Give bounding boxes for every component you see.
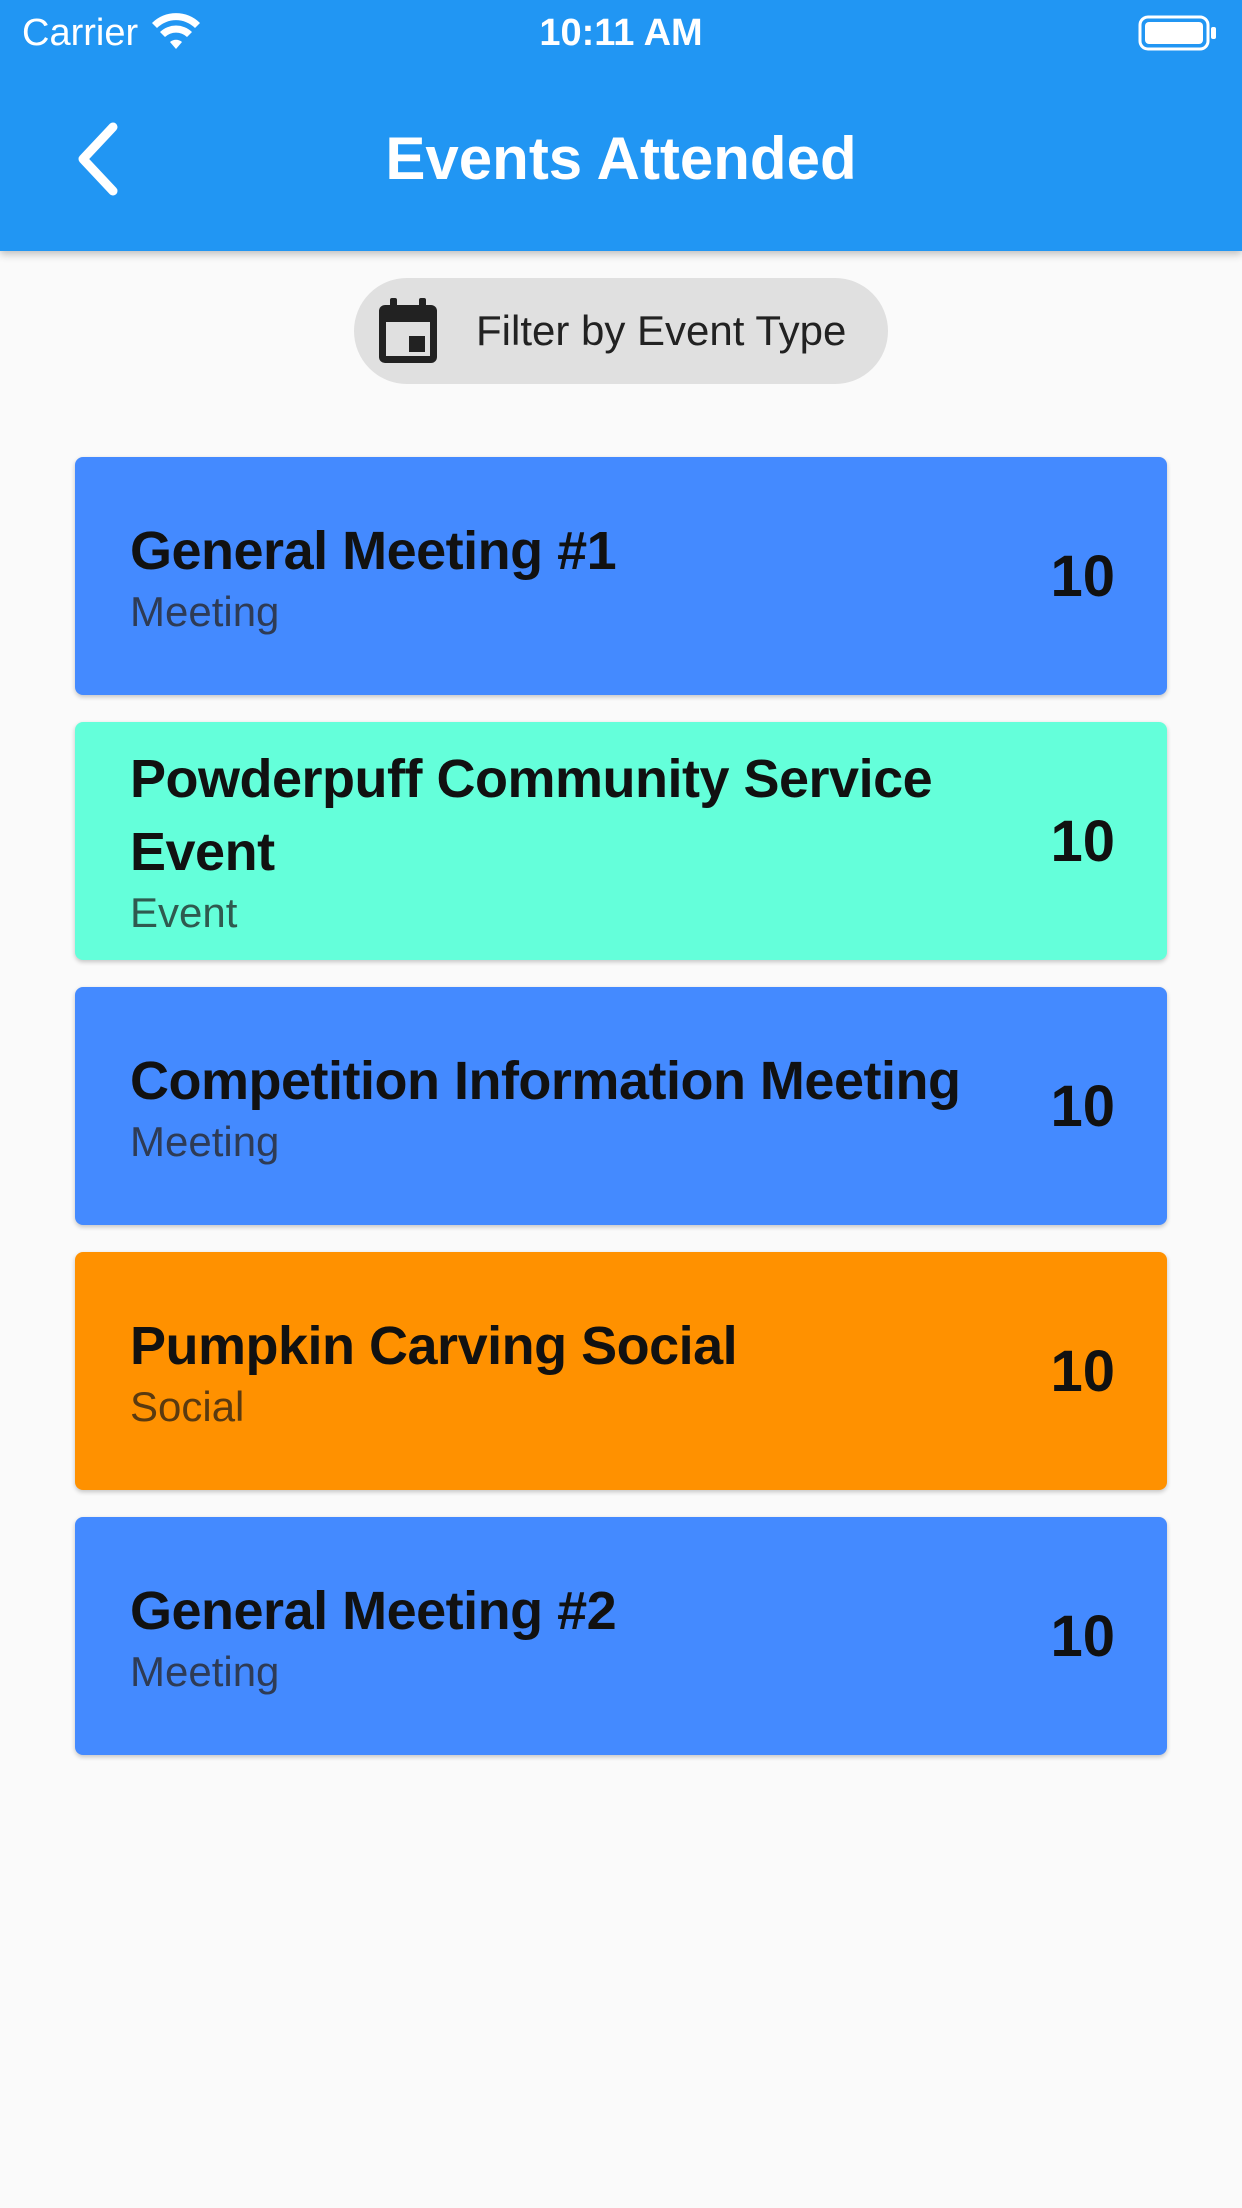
event-points: 10 [1050, 808, 1115, 874]
event-type: Meeting [130, 1647, 280, 1695]
event-card[interactable]: Pumpkin Carving Social Social 10 [75, 1252, 1167, 1490]
event-name: Pumpkin Carving Social [130, 1315, 738, 1376]
event-card[interactable]: Competition Information Meeting Meeting … [75, 987, 1167, 1225]
event-points: 10 [1050, 1338, 1115, 1404]
status-time: 10:11 AM [539, 12, 703, 54]
app-bar: Carrier 10:11 AM Events Attended [0, 0, 1242, 251]
event-list: General Meeting #1 Meeting 10 Powderpuff… [75, 457, 1167, 1782]
event-points: 10 [1050, 1073, 1115, 1139]
calendar-icon [379, 298, 437, 363]
nav-row: Events Attended [0, 96, 1242, 222]
event-card[interactable]: General Meeting #2 Meeting 10 [75, 1517, 1167, 1755]
event-type: Meeting [130, 587, 280, 635]
event-card[interactable]: General Meeting #1 Meeting 10 [75, 457, 1167, 695]
filter-label: Filter by Event Type [476, 307, 847, 354]
event-type: Social [130, 1382, 245, 1430]
event-points: 10 [1050, 543, 1115, 609]
event-name: General Meeting #1 [130, 520, 617, 581]
event-name: Powderpuff Community Service Event [130, 749, 933, 882]
event-card[interactable]: Powderpuff Community Service Event Event… [75, 722, 1167, 960]
battery-icon [1138, 15, 1216, 51]
filter-by-event-type-button[interactable]: Filter by Event Type [354, 278, 888, 384]
event-type: Meeting [130, 1117, 280, 1165]
app-screen: Carrier 10:11 AM Events Attended Filter … [0, 0, 1242, 2208]
event-name: Competition Information Meeting [130, 1050, 961, 1111]
status-bar: Carrier 10:11 AM [0, 0, 1242, 66]
event-type: Event [130, 889, 238, 936]
page-title: Events Attended [385, 125, 857, 192]
event-points: 10 [1050, 1603, 1115, 1669]
event-name: General Meeting #2 [130, 1580, 617, 1641]
